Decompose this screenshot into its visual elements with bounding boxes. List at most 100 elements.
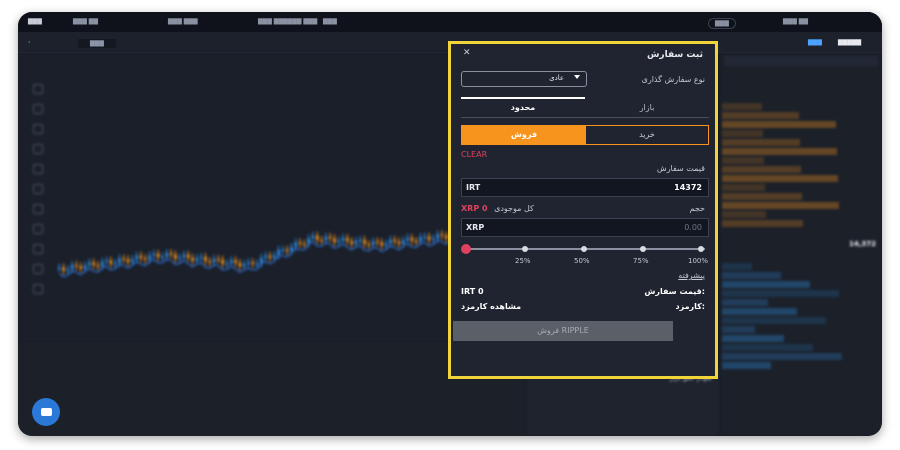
balance-label: کل موجودی (494, 204, 534, 213)
ask-row[interactable] (722, 130, 763, 137)
nav-item[interactable]: ▇▇▇ ▇▇▇▇▇▇ ▇▇▇ (258, 18, 317, 25)
candle (113, 262, 117, 265)
chevron-left-icon[interactable]: ‹ (28, 39, 30, 46)
buy-sell-toggle: فروش خرید (461, 125, 709, 145)
candle (92, 262, 95, 266)
candle (62, 267, 65, 271)
candle (359, 239, 362, 242)
bid-row[interactable] (722, 308, 797, 315)
bid-row[interactable] (722, 281, 810, 288)
ask-row[interactable] (722, 157, 764, 164)
price-change: ▇▇▇ (808, 39, 822, 46)
candle (436, 234, 439, 239)
candle (316, 235, 319, 240)
nav-item[interactable]: ▇▇▇ ▇▇ (73, 18, 98, 25)
candle (208, 261, 212, 263)
bid-row[interactable] (722, 272, 781, 279)
candle (242, 263, 246, 267)
ask-row[interactable] (722, 220, 803, 227)
slider-stop-25[interactable] (522, 246, 528, 252)
candle (264, 255, 267, 258)
candle (290, 246, 293, 252)
bid-row[interactable] (722, 353, 842, 360)
chat-support-button[interactable] (32, 398, 60, 426)
price-currency: IRT (466, 183, 481, 192)
ask-row[interactable] (722, 166, 801, 173)
tab-market[interactable]: بازار (585, 103, 709, 112)
candle (333, 238, 336, 243)
user-menu[interactable]: ▇▇▇ ▇▇ (783, 18, 808, 25)
bid-row[interactable] (722, 317, 826, 324)
order-tabs: محدود بازار (461, 97, 709, 118)
ask-row[interactable] (722, 184, 765, 191)
bid-row[interactable] (722, 299, 768, 306)
candle (277, 249, 280, 256)
candle (397, 241, 401, 244)
candle (402, 240, 405, 244)
ask-row[interactable] (722, 175, 838, 182)
price-value: 14372 (674, 183, 702, 192)
candle (195, 258, 199, 261)
nav-item[interactable]: ▇▇▇ ▇▇▇ (168, 18, 198, 25)
last-price: 14,372 (848, 240, 876, 248)
candle (281, 249, 285, 252)
candle (255, 263, 259, 265)
ask-row[interactable] (722, 121, 836, 128)
bid-row[interactable] (722, 362, 771, 369)
ask-row[interactable] (722, 103, 762, 110)
candle (156, 253, 160, 258)
slider-handle[interactable] (461, 244, 471, 254)
slider-stop-100[interactable] (698, 246, 704, 252)
bid-row[interactable] (722, 344, 813, 351)
candle (191, 257, 194, 261)
candle (58, 267, 61, 269)
close-icon[interactable]: ✕ (463, 48, 471, 58)
ask-row[interactable] (722, 211, 766, 218)
candle (96, 265, 100, 267)
candle (393, 239, 396, 242)
order-book-header (724, 56, 878, 66)
language-selector[interactable]: ▇▇▇ (708, 18, 736, 29)
clear-button[interactable]: CLEAR (461, 150, 487, 159)
order-type-select[interactable]: عادی (461, 71, 587, 87)
candle (294, 242, 298, 247)
candle (427, 236, 431, 240)
candle (225, 263, 229, 265)
advanced-link[interactable]: پیشرفته (678, 271, 705, 280)
candle (234, 260, 237, 263)
period-selector[interactable]: ▇▇▇ (78, 39, 116, 48)
candle (367, 244, 371, 246)
candle (432, 238, 435, 240)
buy-toggle-button[interactable]: خرید (586, 126, 708, 144)
sell-toggle-button[interactable]: فروش (462, 126, 586, 144)
candle (101, 261, 104, 267)
candle (346, 237, 349, 242)
slider-stop-75[interactable] (640, 246, 646, 252)
bid-row[interactable] (722, 263, 752, 270)
price-input[interactable]: IRT 14372 (461, 178, 709, 197)
ask-row[interactable] (722, 112, 799, 119)
candle (212, 258, 216, 263)
bid-row[interactable] (722, 326, 755, 333)
candle (320, 239, 323, 242)
candle (221, 259, 224, 265)
pair-price: ▇▇▇▇▇ (838, 39, 862, 46)
candle (273, 255, 276, 258)
volume-input[interactable]: XRP 0.00 (461, 218, 709, 237)
ask-row[interactable] (722, 193, 802, 200)
ask-row[interactable] (722, 148, 837, 155)
candle (118, 258, 121, 263)
tab-limited[interactable]: محدود (461, 103, 585, 112)
candle (199, 256, 203, 259)
candle (139, 255, 143, 259)
submit-sell-button[interactable]: فروش RIPPLE (453, 321, 673, 341)
ask-row[interactable] (722, 139, 800, 146)
bid-row[interactable] (722, 335, 784, 342)
bid-row[interactable] (722, 290, 839, 297)
view-fee-link[interactable]: مشاهده کارمزد (461, 302, 521, 311)
ask-row[interactable] (722, 202, 839, 209)
nav-item[interactable]: ▇▇▇ (323, 18, 337, 25)
slider-stop-50[interactable] (581, 246, 587, 252)
candle (122, 258, 126, 260)
candle (178, 257, 181, 259)
